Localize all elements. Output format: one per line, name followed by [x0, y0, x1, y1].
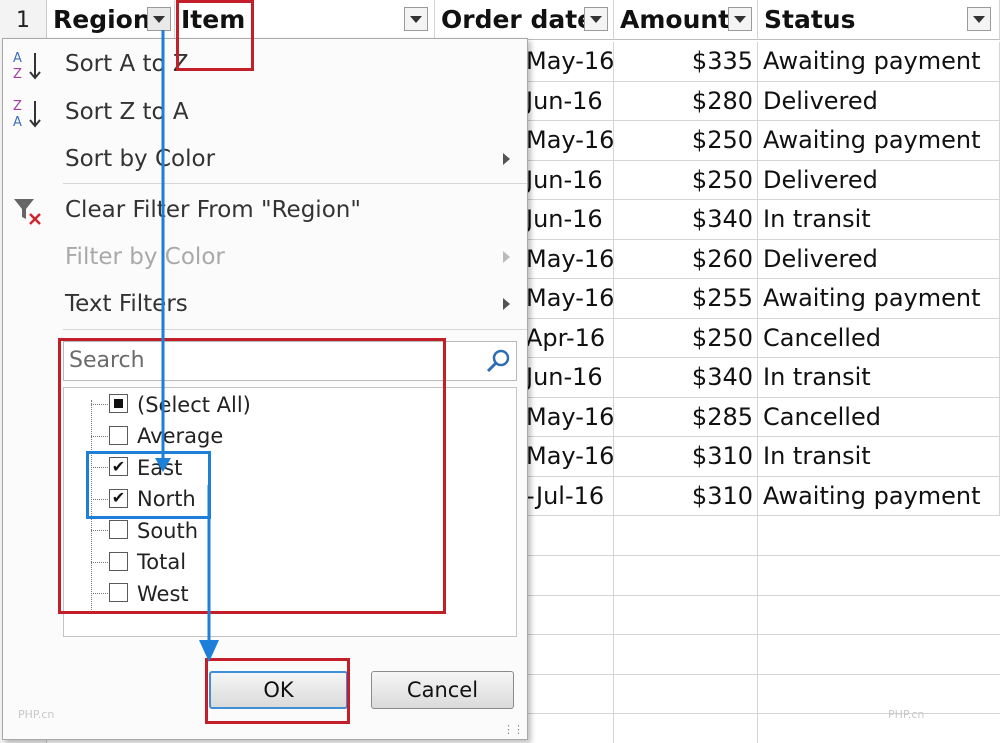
status-cell[interactable]: In transit	[758, 358, 1000, 398]
clear-filter-item[interactable]: Clear Filter From "Region"	[3, 187, 527, 233]
grid-line	[522, 674, 1000, 675]
amount-cell[interactable]: $340	[614, 200, 758, 240]
clear-filter-label: Clear Filter From "Region"	[65, 197, 361, 223]
resize-grip-icon[interactable]: ⋮⋮	[503, 723, 524, 736]
status-cell[interactable]: Awaiting payment	[758, 42, 1000, 82]
annotation-red-box-ok	[205, 658, 350, 724]
order-date-cell[interactable]: Jun-16	[522, 160, 614, 200]
status-cell[interactable]: Awaiting payment	[758, 279, 1000, 319]
status-cell[interactable]: Delivered	[758, 160, 1000, 200]
svg-text:Z: Z	[13, 67, 22, 81]
header-region-label: Region	[53, 5, 151, 34]
header-order-date-label: Order date	[441, 5, 595, 34]
menu-separator	[63, 183, 527, 184]
amount-cell[interactable]: $285	[614, 397, 758, 437]
status-cell[interactable]: Awaiting payment	[758, 121, 1000, 161]
status-cell[interactable]: Delivered	[758, 81, 1000, 121]
order-date-cell[interactable]: -Jul-16	[522, 476, 614, 516]
status-cell[interactable]: Cancelled	[758, 397, 1000, 437]
grid-line	[522, 555, 1000, 556]
status-filter-dropdown-icon[interactable]	[967, 7, 991, 31]
sort-z-to-a-item[interactable]: Z A Sort Z to A	[3, 89, 527, 135]
header-amount-label: Amount	[620, 5, 731, 34]
filter-by-color-item: Filter by Color	[3, 234, 527, 280]
row-number: 1	[16, 7, 30, 33]
amount-cell[interactable]: $340	[614, 358, 758, 398]
svg-text:Z: Z	[13, 99, 22, 114]
grid-line	[522, 713, 1000, 714]
order-date-cell[interactable]: May-16	[522, 239, 614, 279]
order-date-cell[interactable]: Jun-16	[522, 358, 614, 398]
cancel-button-label: Cancel	[406, 678, 479, 702]
amount-cell[interactable]: $250	[614, 160, 758, 200]
cancel-button[interactable]: Cancel	[371, 671, 514, 709]
watermark: PHP.cn	[888, 708, 925, 721]
menu-separator	[63, 329, 527, 330]
status-cell[interactable]: Cancelled	[758, 318, 1000, 358]
svg-text:A: A	[13, 51, 22, 66]
status-cell[interactable]: Awaiting payment	[758, 476, 1000, 516]
submenu-arrow-icon	[503, 298, 510, 310]
status-cell[interactable]: In transit	[758, 200, 1000, 240]
grid-line	[757, 516, 758, 743]
item-filter-dropdown-icon[interactable]	[404, 7, 428, 31]
sort-z-to-a-label: Sort Z to A	[65, 99, 189, 125]
order-date-filter-dropdown-icon[interactable]	[584, 7, 608, 31]
sort-by-color-label: Sort by Color	[65, 146, 216, 172]
order-date-cell[interactable]: Jun-16	[522, 81, 614, 121]
order-date-cell[interactable]: May-16	[522, 437, 614, 477]
watermark: PHP.cn	[18, 708, 55, 721]
order-date-cell[interactable]: May-16	[522, 42, 614, 82]
annotation-red-box-item-header	[176, 0, 254, 71]
svg-text:A: A	[13, 115, 22, 129]
search-icon[interactable]	[484, 347, 512, 375]
order-date-cell[interactable]: May-16	[522, 397, 614, 437]
submenu-arrow-icon	[503, 153, 510, 165]
grid-line	[522, 634, 1000, 635]
clear-filter-icon	[14, 199, 41, 225]
status-cell[interactable]: Delivered	[758, 239, 1000, 279]
amount-cell[interactable]: $310	[614, 437, 758, 477]
annotation-blue-box-selected	[86, 451, 211, 519]
sort-a-to-z-label: Sort A to Z	[65, 51, 189, 77]
sort-a-to-z-item[interactable]: A Z Sort A to Z	[3, 41, 527, 87]
grid-line	[613, 516, 614, 743]
amount-cell[interactable]: $250	[614, 121, 758, 161]
header-status-label: Status	[764, 5, 856, 34]
order-date-cell[interactable]: May-16	[522, 121, 614, 161]
order-date-cell[interactable]: Jun-16	[522, 200, 614, 240]
text-filters-item[interactable]: Text Filters	[3, 281, 527, 327]
amount-cell[interactable]: $280	[614, 81, 758, 121]
sort-by-color-item[interactable]: Sort by Color	[3, 136, 527, 182]
amount-cell[interactable]: $250	[614, 318, 758, 358]
amount-cell[interactable]: $335	[614, 42, 758, 82]
status-cell[interactable]: In transit	[758, 437, 1000, 477]
order-date-cell[interactable]: Apr-16	[522, 318, 614, 358]
amount-cell[interactable]: $260	[614, 239, 758, 279]
header-status[interactable]: Status	[758, 0, 1000, 40]
filter-by-color-label: Filter by Color	[65, 244, 225, 270]
grid-line	[522, 595, 1000, 596]
sort-z-to-a-icon: Z A	[13, 99, 41, 129]
amount-filter-dropdown-icon[interactable]	[728, 7, 752, 31]
region-filter-dropdown-icon[interactable]	[147, 7, 171, 31]
submenu-arrow-icon	[503, 251, 510, 263]
sort-a-to-z-icon: A Z	[13, 51, 41, 81]
amount-cell[interactable]: $310	[614, 476, 758, 516]
order-date-cell[interactable]: May-16	[522, 279, 614, 319]
text-filters-label: Text Filters	[65, 291, 188, 317]
amount-cell[interactable]: $255	[614, 279, 758, 319]
